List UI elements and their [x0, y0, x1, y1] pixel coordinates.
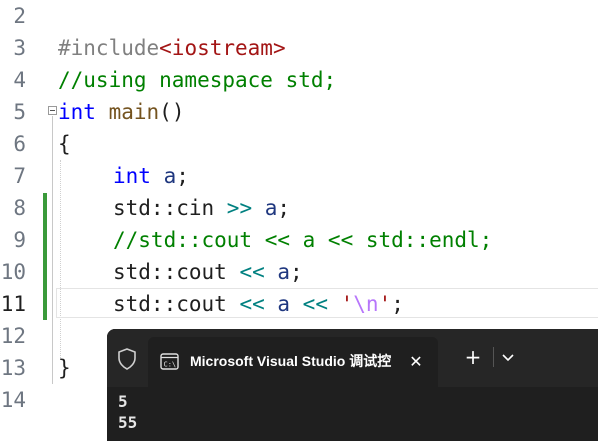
terminal-titlebar[interactable]: C:\ Microsoft Visual Studio 调试控 ✕ + — [107, 329, 598, 387]
close-brace[interactable]: } — [58, 352, 71, 384]
line-number: 5 — [13, 100, 26, 124]
code-line: 3 #include<iostream> — [0, 32, 598, 64]
parentheses: () — [159, 100, 185, 124]
code-text[interactable]: std::cout << a; — [113, 256, 303, 288]
terminal-output[interactable]: 5 55 — [118, 391, 137, 433]
line-number: 6 — [13, 132, 26, 156]
output-line: 55 — [118, 413, 138, 432]
code-comment[interactable]: //using namespace std; — [58, 64, 336, 96]
variable: a — [163, 164, 177, 188]
code-line: 10 std::cout << a; — [0, 256, 598, 288]
line-number: 9 — [13, 228, 26, 252]
function-name: main — [108, 100, 160, 124]
line-number: 11 — [0, 292, 26, 316]
semicolon: ; — [290, 260, 303, 284]
semicolon: ; — [391, 292, 404, 316]
terminal-window[interactable]: C:\ Microsoft Visual Studio 调试控 ✕ + 5 55 — [107, 329, 598, 441]
operator: << — [239, 292, 265, 316]
line-number: 12 — [0, 324, 26, 348]
code-line: 9 //std::cout << a << std::endl; — [0, 224, 598, 256]
code-line: 5 int main() — [0, 96, 598, 128]
semicolon: ; — [277, 196, 291, 220]
shield-icon — [117, 348, 137, 370]
code-text[interactable]: std::cout << a << '\n'; — [113, 288, 404, 320]
code-line: 6 { — [0, 128, 598, 160]
console-icon: C:\ — [160, 353, 179, 370]
code-text[interactable]: #include<iostream> — [58, 32, 286, 64]
line-number: 10 — [0, 260, 26, 284]
char-literal-quote: ' — [378, 292, 392, 316]
output-line: 5 — [118, 392, 128, 411]
code-comment[interactable]: //std::cout << a << std::endl; — [113, 224, 492, 256]
line-number: 7 — [13, 164, 26, 188]
escape-sequence: \n — [353, 292, 379, 316]
preprocessor-directive: #include — [58, 36, 160, 60]
namespace-member: std::cin — [113, 196, 227, 220]
terminal-tab[interactable]: C:\ Microsoft Visual Studio 调试控 ✕ — [148, 337, 438, 387]
keyword: int — [113, 164, 151, 188]
include-header: <iostream> — [159, 36, 286, 60]
semicolon: ; — [176, 164, 189, 188]
variable: a — [252, 196, 278, 220]
operator: << — [239, 260, 265, 284]
code-line-current: 11 std::cout << a << '\n'; — [0, 288, 598, 320]
operator: << — [302, 292, 328, 316]
plus-icon[interactable]: + — [461, 345, 485, 369]
variable: a — [264, 260, 291, 284]
char-literal-quote: ' — [327, 292, 354, 316]
line-number: 3 — [13, 36, 26, 60]
line-number: 14 — [0, 388, 26, 412]
code-line: 8 std::cin >> a; — [0, 192, 598, 224]
code-text[interactable]: std::cin >> a; — [113, 192, 290, 224]
line-number: 2 — [13, 4, 26, 28]
keyword: int — [58, 100, 96, 124]
code-line: 4 //using namespace std; — [0, 64, 598, 96]
open-brace[interactable]: { — [58, 128, 71, 160]
svg-text:C:\: C:\ — [164, 361, 177, 369]
namespace-member: std::cout — [113, 292, 240, 316]
code-line: 2 — [0, 0, 598, 32]
line-number: 8 — [13, 196, 26, 220]
divider — [493, 347, 494, 367]
namespace-member: std::cout — [113, 260, 240, 284]
close-icon[interactable]: ✕ — [404, 350, 428, 374]
code-text[interactable]: int main() — [58, 96, 184, 128]
code-line: 7 int a; — [0, 160, 598, 192]
line-number: 4 — [13, 68, 26, 92]
operator: >> — [226, 196, 253, 220]
variable: a — [264, 292, 303, 316]
line-number: 13 — [0, 356, 26, 380]
chevron-down-icon[interactable] — [497, 346, 519, 368]
code-text[interactable]: int a; — [113, 160, 189, 192]
tab-title: Microsoft Visual Studio 调试控 — [190, 353, 392, 369]
